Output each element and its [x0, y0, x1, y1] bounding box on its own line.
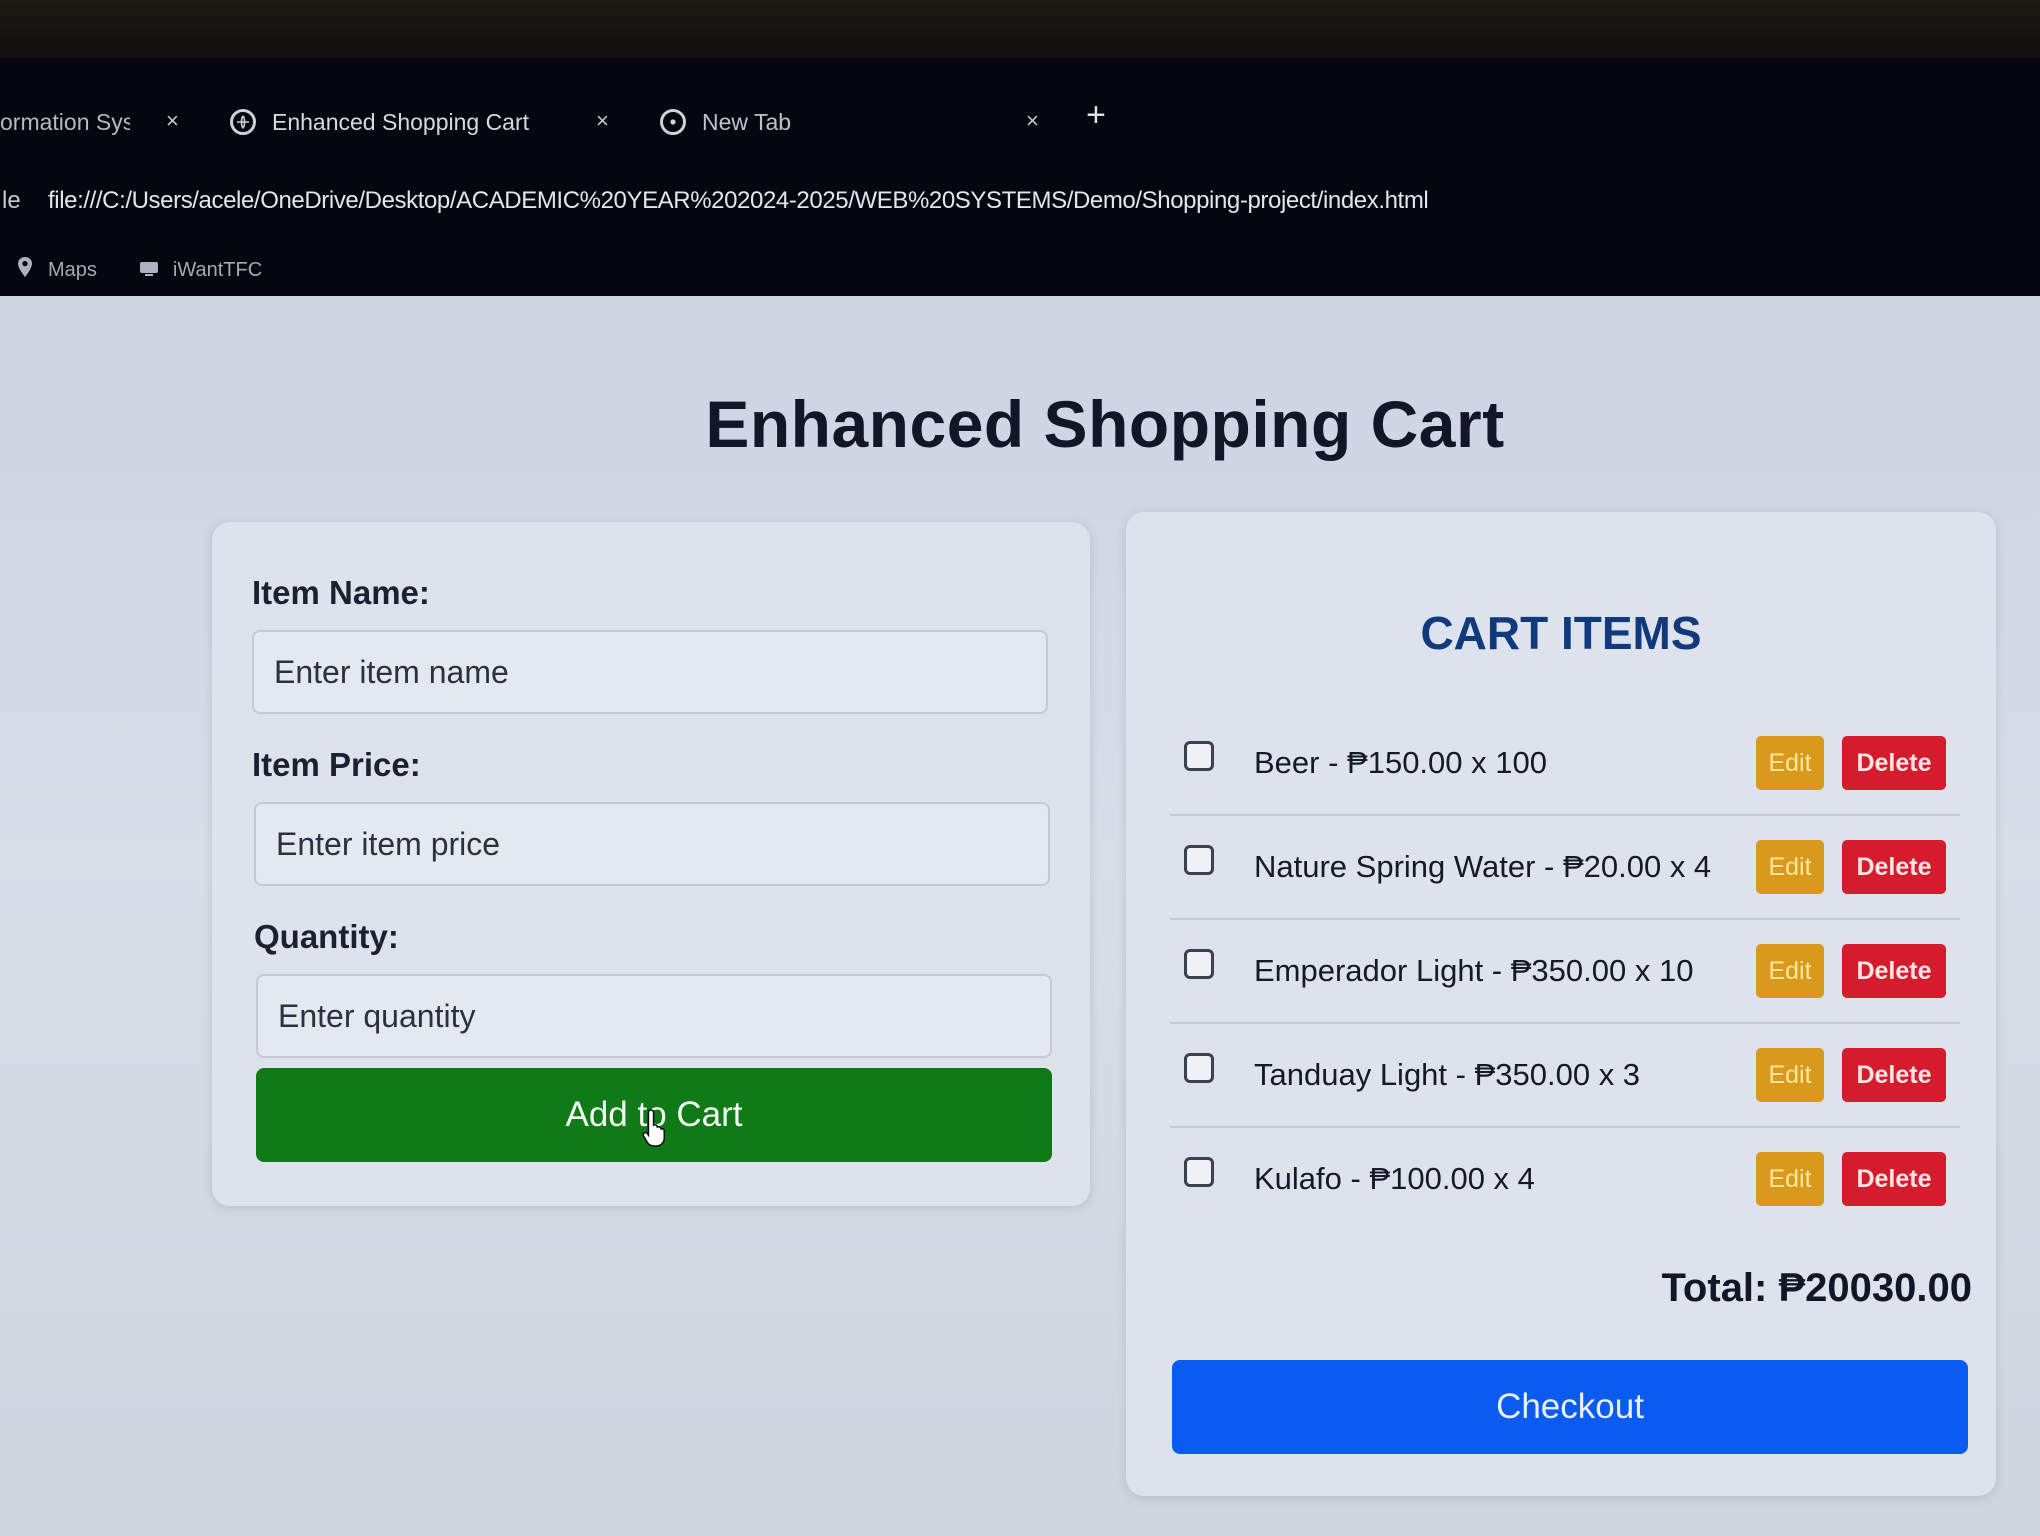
page-viewport: Enhanced Shopping Cart Item Name: Item P… [0, 296, 2040, 1536]
bookmark-label: Maps [48, 258, 97, 281]
item-text: Nature Spring Water - ₱20.00 x 4 [1254, 849, 1712, 884]
item-checkbox[interactable] [1184, 1053, 1214, 1083]
checkout-button[interactable]: Checkout [1172, 1360, 1968, 1454]
delete-button[interactable]: Delete [1842, 944, 1946, 998]
tab-title: ormation Sys [0, 108, 130, 135]
add-item-form: Item Name: Item Price: Quantity: Add to … [212, 522, 1090, 1206]
tab-title: Enhanced Shopping Cart [272, 108, 530, 135]
item-text: Tanduay Light - ₱350.00 x 3 [1254, 1057, 1641, 1092]
item-checkbox[interactable] [1184, 949, 1214, 979]
edit-button[interactable]: Edit [1756, 736, 1824, 790]
page-title: Enhanced Shopping Cart [705, 387, 1505, 461]
bookmark-iwanttfc[interactable]: iWantTFC [139, 257, 262, 283]
item-checkbox[interactable] [1184, 741, 1214, 771]
item-checkbox[interactable] [1184, 845, 1214, 875]
globe-icon [230, 109, 256, 135]
tab-title: New Tab [702, 108, 792, 135]
item-name-input[interactable] [252, 630, 1048, 714]
tab-enhanced-shopping-cart[interactable]: Enhanced Shopping Cart × [230, 88, 630, 156]
cart-heading: CART ITEMS [1420, 607, 1702, 659]
cart-list: Beer - ₱150.00 x 100 Edit Delete Nature … [1170, 712, 1960, 1230]
quantity-input[interactable] [256, 974, 1052, 1058]
cart-item: Tanduay Light - ₱350.00 x 3 Edit Delete [1170, 1024, 1960, 1128]
chrome-icon [660, 109, 686, 135]
bookmark-maps[interactable]: Maps [16, 256, 97, 284]
cart-panel: CART ITEMS Beer - ₱150.00 x 100 Edit Del… [1126, 512, 1996, 1496]
item-text: Beer - ₱150.00 x 100 [1254, 745, 1547, 780]
item-price-label: Item Price: [252, 746, 421, 783]
monitor-bezel [0, 0, 2040, 58]
item-name-label: Item Name: [252, 574, 430, 611]
tab-bar: ormation Sys × Enhanced Shopping Cart × … [0, 88, 2040, 156]
edit-button[interactable]: Edit [1756, 840, 1824, 894]
edit-button[interactable]: Edit [1756, 1048, 1824, 1102]
address-prefix: le [2, 187, 21, 214]
new-tab-button[interactable]: + [1086, 98, 1106, 132]
tab-close-icon[interactable]: × [596, 108, 609, 134]
tab-close-icon[interactable]: × [1026, 108, 1039, 134]
item-checkbox[interactable] [1184, 1157, 1214, 1187]
add-to-cart-button[interactable]: Add to Cart [256, 1068, 1052, 1162]
tv-icon [139, 257, 159, 283]
delete-button[interactable]: Delete [1842, 1152, 1946, 1206]
edit-button[interactable]: Edit [1756, 1152, 1824, 1206]
address-bar[interactable]: le file:///C:/Users/acele/OneDrive/Deskt… [0, 166, 2040, 236]
tab-information-system[interactable]: ormation Sys × [0, 88, 200, 156]
item-text: Emperador Light - ₱350.00 x 10 [1254, 953, 1694, 988]
bookmarks-bar: Maps iWantTFC [0, 248, 2040, 292]
cart-item: Beer - ₱150.00 x 100 Edit Delete [1170, 712, 1960, 816]
delete-button[interactable]: Delete [1842, 840, 1946, 894]
tab-close-icon[interactable]: × [166, 108, 179, 134]
address-url[interactable]: file:///C:/Users/acele/OneDrive/Desktop/… [48, 187, 1429, 215]
item-price-input[interactable] [254, 802, 1050, 886]
quantity-label: Quantity: [254, 918, 399, 955]
cart-item: Nature Spring Water - ₱20.00 x 4 Edit De… [1170, 816, 1960, 920]
cart-item: Emperador Light - ₱350.00 x 10 Edit Dele… [1170, 920, 1960, 1024]
delete-button[interactable]: Delete [1842, 1048, 1946, 1102]
screen-photo: ormation Sys × Enhanced Shopping Cart × … [0, 0, 2040, 1536]
map-pin-icon [16, 256, 34, 284]
item-text: Kulafo - ₱100.00 x 4 [1254, 1161, 1535, 1196]
tab-new-tab[interactable]: New Tab × [660, 88, 1080, 156]
cart-total: Total: ₱20030.00 [1661, 1266, 1972, 1310]
edit-button[interactable]: Edit [1756, 944, 1824, 998]
cart-item: Kulafo - ₱100.00 x 4 Edit Delete [1170, 1128, 1960, 1230]
delete-button[interactable]: Delete [1842, 736, 1946, 790]
bookmark-label: iWantTFC [172, 258, 263, 281]
